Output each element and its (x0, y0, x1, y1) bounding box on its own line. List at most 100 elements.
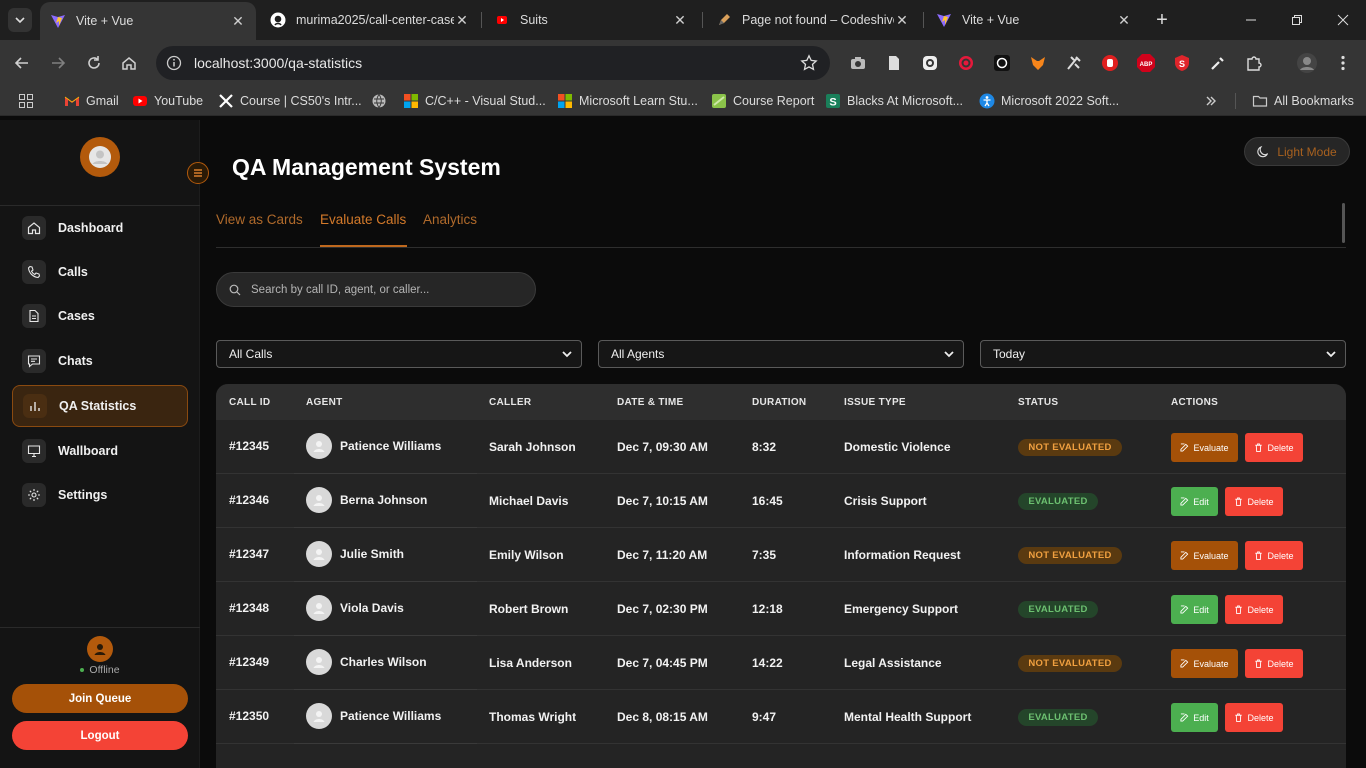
extensions-button[interactable] (1243, 52, 1265, 74)
close-icon[interactable]: ✕ (230, 13, 246, 29)
evaluate-button[interactable]: Evaluate (1171, 541, 1238, 570)
evaluate-button[interactable]: Evaluate (1171, 649, 1238, 678)
document-icon (889, 56, 899, 70)
column-header[interactable]: CALLER (489, 397, 531, 408)
address-bar[interactable]: localhost:3000/qa-statistics (156, 46, 830, 80)
column-header[interactable]: ISSUE TYPE (844, 397, 906, 408)
site-info-button[interactable] (164, 53, 184, 73)
delete-button[interactable]: Delete (1225, 595, 1283, 624)
browser-tab-vite-vue-2[interactable]: Vite + Vue ✕ (926, 0, 1142, 40)
camera-extension-button[interactable] (847, 52, 869, 74)
bookmark-globe[interactable] (371, 92, 393, 110)
target-extension-button[interactable] (955, 52, 977, 74)
table-row[interactable]: #12347 Julie Smith Emily Wilson Dec 7, 11:2… (216, 528, 1346, 582)
table-row[interactable]: #12350 Patience Williams Thomas Wright Dec … (216, 690, 1346, 744)
delete-button[interactable]: Delete (1225, 487, 1283, 516)
adblock-extension-button[interactable]: ABP (1135, 52, 1157, 74)
edit-button[interactable]: Edit (1171, 703, 1218, 732)
record-extension-button[interactable] (919, 52, 941, 74)
sidebar-item-chats[interactable]: Chats (12, 340, 188, 382)
forward-button[interactable] (45, 50, 71, 76)
browser-menu-button[interactable] (1332, 52, 1354, 74)
sidebar-item-cases[interactable]: Cases (12, 295, 188, 337)
edit-button[interactable]: Edit (1171, 595, 1218, 624)
close-icon[interactable]: ✕ (1116, 12, 1132, 28)
user-avatar[interactable] (80, 137, 120, 177)
tools-extension-button[interactable] (1063, 52, 1085, 74)
search-box[interactable] (216, 272, 536, 307)
theme-toggle-button[interactable]: Light Mode (1244, 137, 1350, 166)
bookmark-blacks-at-microsoft[interactable]: S Blacks At Microsoft... (825, 92, 963, 110)
minimize-button[interactable] (1228, 0, 1274, 40)
browser-tab-suits[interactable]: Suits ✕ (484, 0, 698, 40)
back-button[interactable] (9, 50, 35, 76)
logout-button[interactable]: Logout (12, 721, 188, 750)
agent-avatar[interactable] (87, 636, 113, 662)
edit-button[interactable]: Edit (1171, 487, 1218, 516)
close-icon[interactable]: ✕ (454, 12, 470, 28)
sidebar-item-wallboard[interactable]: Wallboard (12, 430, 188, 472)
delete-button[interactable]: Delete (1245, 433, 1303, 462)
close-window-button[interactable] (1320, 0, 1366, 40)
tab-search-button[interactable] (8, 8, 32, 32)
delete-button[interactable]: Delete (1245, 541, 1303, 570)
openai-extension-button[interactable] (991, 52, 1013, 74)
bookmark-visual-studio[interactable]: C/C++ - Visual Stud... (403, 92, 546, 110)
browser-tab-vite-vue-1[interactable]: Vite + Vue ✕ (40, 2, 256, 40)
join-queue-button[interactable]: Join Queue (12, 684, 188, 713)
edit-icon (1180, 551, 1189, 560)
column-header[interactable]: STATUS (1018, 397, 1058, 408)
profile-button[interactable] (1296, 52, 1318, 74)
call-filter-select[interactable]: All Calls (216, 340, 582, 368)
column-header[interactable]: CALL ID (229, 397, 270, 408)
bookmark-microsoft-learn[interactable]: Microsoft Learn Stu... (557, 92, 698, 110)
close-icon[interactable]: ✕ (894, 12, 910, 28)
metamask-extension-button[interactable] (1027, 52, 1049, 74)
document-extension-button[interactable] (883, 52, 905, 74)
table-row[interactable]: #12346 Berna Johnson Michael Davis Dec 7, 1… (216, 474, 1346, 528)
home-button[interactable] (116, 50, 142, 76)
tab-analytics[interactable]: Analytics (423, 212, 477, 227)
date-filter-select[interactable]: Today (980, 340, 1346, 368)
sidebar-item-settings[interactable]: Settings (12, 474, 188, 516)
column-header[interactable]: DURATION (752, 397, 806, 408)
sidebar-item-dashboard[interactable]: Dashboard (12, 207, 188, 249)
browser-tab-github[interactable]: murima2025/call-center-case ✕ (260, 0, 480, 40)
agent-cell: Patience Williams (294, 420, 477, 474)
eyedropper-extension-button[interactable] (1207, 52, 1229, 74)
bookmark-youtube[interactable]: YouTube (132, 92, 203, 110)
agent-name: Julie Smith (340, 547, 405, 561)
column-header[interactable]: ACTIONS (1171, 397, 1218, 408)
tab-view-as-cards[interactable]: View as Cards (216, 212, 303, 227)
bookmark-cs50[interactable]: Course | CS50's Intr... (218, 92, 362, 110)
bookmark-microsoft-2022[interactable]: Microsoft 2022 Soft... (979, 92, 1119, 110)
search-input[interactable] (251, 283, 511, 296)
shield-extension-button[interactable]: S (1171, 52, 1193, 74)
bookmark-course-report[interactable]: Course Report (711, 92, 814, 110)
scrollbar[interactable] (1342, 203, 1345, 243)
hand-extension-button[interactable] (1099, 52, 1121, 74)
table-row[interactable]: #12345 Patience Williams Sarah Johnson Dec … (216, 420, 1346, 474)
table-row[interactable]: #12348 Viola Davis Robert Brown Dec 7, 02:3… (216, 582, 1346, 636)
delete-button[interactable]: Delete (1245, 649, 1303, 678)
column-header[interactable]: AGENT (306, 397, 343, 408)
sidebar-item-calls[interactable]: Calls (12, 251, 188, 293)
reload-button[interactable] (81, 50, 107, 76)
restore-button[interactable] (1274, 0, 1320, 40)
browser-tab-codeshive[interactable]: Page not found – Codeshive ✕ (706, 0, 920, 40)
bookmark-star-button[interactable] (800, 54, 818, 72)
table-row[interactable]: #12349 Charles Wilson Lisa Anderson Dec 7, … (216, 636, 1346, 690)
all-bookmarks-button[interactable]: All Bookmarks (1252, 92, 1354, 110)
more-bookmarks-button[interactable] (1204, 92, 1218, 110)
sidebar-item-qa-statistics[interactable]: QA Statistics (12, 385, 188, 427)
apps-button[interactable] (18, 92, 34, 110)
app-root: Dashboard Calls Cases Chats QA Statistic… (0, 120, 1366, 768)
new-tab-button[interactable]: + (1150, 8, 1174, 32)
delete-button[interactable]: Delete (1225, 703, 1283, 732)
tab-evaluate-calls[interactable]: Evaluate Calls (320, 212, 406, 227)
column-header[interactable]: DATE & TIME (617, 397, 683, 408)
evaluate-button[interactable]: Evaluate (1171, 433, 1238, 462)
close-icon[interactable]: ✕ (672, 12, 688, 28)
bookmark-gmail[interactable]: Gmail (64, 92, 119, 110)
agent-filter-select[interactable]: All Agents (598, 340, 964, 368)
